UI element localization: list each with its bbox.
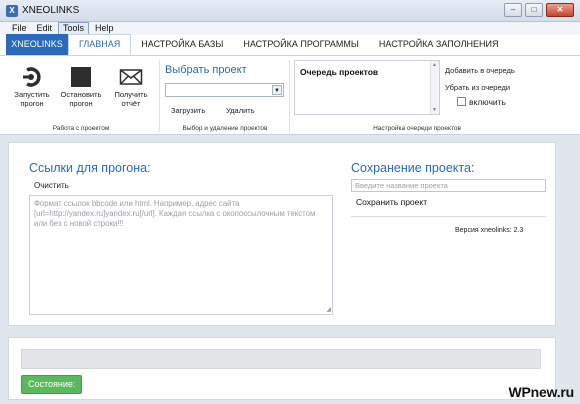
stop-icon [71, 67, 91, 87]
delete-project-button[interactable]: Удалить [226, 106, 255, 115]
stop-run-label: Остановить прогон [60, 90, 102, 108]
enable-queue-checkbox[interactable] [457, 97, 466, 106]
load-project-button[interactable]: Загрузить [171, 106, 205, 115]
watermark: WPnew.ru [508, 384, 574, 400]
clear-links-button[interactable]: Очистить [34, 181, 69, 190]
ribbon-tabs: XNEOLINKS ГЛАВНАЯ НАСТРОЙКА БАЗЫ НАСТРОЙ… [0, 34, 580, 56]
divider [351, 216, 546, 217]
links-title: Ссылки для прогона: [29, 161, 151, 175]
progress-bar [21, 349, 541, 369]
minimize-button[interactable]: ‒ [504, 3, 522, 17]
save-project-title: Сохранение проекта: [351, 161, 475, 175]
tab-fill-settings[interactable]: НАСТРОЙКА ЗАПОЛНЕНИЯ [369, 34, 509, 55]
tab-program-settings[interactable]: НАСТРОЙКА ПРОГРАММЫ [233, 34, 369, 55]
get-report-button[interactable]: Получить отчёт [108, 67, 154, 108]
tab-home[interactable]: ГЛАВНАЯ [68, 34, 132, 55]
group-divider [159, 60, 160, 132]
envelope-icon [119, 69, 143, 85]
project-name-input[interactable] [351, 179, 546, 192]
status-button[interactable]: Состояние: [21, 375, 83, 394]
add-to-queue-button[interactable]: Добавить в очередь [445, 66, 515, 75]
close-button[interactable]: ✕ [546, 3, 574, 17]
app-tab[interactable]: XNEOLINKS [6, 34, 68, 55]
scroll-down-icon[interactable]: ▼ [432, 107, 437, 113]
get-report-label: Получить отчёт [114, 90, 148, 108]
x-logo-icon: X [6, 5, 18, 17]
queue-scrollbar[interactable]: ▲ ▼ [430, 61, 439, 114]
window-title: XNEOLINKS [22, 5, 80, 16]
main-panel: Ссылки для прогона: Очистить Формат ссыл… [8, 142, 556, 326]
start-run-button[interactable]: Запустить прогон [8, 67, 56, 108]
tab-database-settings[interactable]: НАСТРОЙКА БАЗЫ [131, 34, 233, 55]
project-queue-list[interactable]: Очередь проектов ▲ ▼ [294, 60, 440, 115]
resize-grip-icon[interactable]: ◢ [326, 306, 331, 313]
title-bar: X XNEOLINKS ‒ □ ✕ [0, 0, 580, 22]
queue-title: Очередь проектов [300, 67, 379, 77]
enable-queue-label: включить [469, 97, 506, 107]
remove-from-queue-button[interactable]: Убрать из очереди [445, 83, 510, 92]
scroll-up-icon[interactable]: ▲ [432, 62, 437, 68]
project-select[interactable]: ▼ [165, 83, 284, 97]
group-divider [289, 60, 290, 132]
group-label-queue-settings: Настройка очереди проектов [373, 125, 461, 132]
stop-run-button[interactable]: Остановить прогон [58, 67, 104, 108]
group-label-project-work: Работа с проектом [52, 125, 110, 132]
maximize-button[interactable]: □ [525, 3, 543, 17]
ribbon: Запустить прогон Остановить прогон Получ… [0, 56, 580, 135]
dropdown-arrow-icon[interactable]: ▼ [272, 85, 282, 95]
links-placeholder: Формат ссылок bbcode или html. Например,… [34, 199, 316, 228]
start-icon [23, 67, 41, 87]
window-controls: ‒ □ ✕ [504, 3, 574, 17]
choose-project-title: Выбрать проект [165, 64, 247, 76]
start-run-label: Запустить прогон [14, 90, 50, 108]
save-project-button[interactable]: Сохранить проект [356, 197, 427, 207]
links-textarea[interactable]: Формат ссылок bbcode или html. Например,… [29, 195, 333, 315]
status-panel: Состояние: [8, 337, 556, 400]
version-text: Версия xneolinks: 2.3 [455, 227, 524, 234]
group-label-project-select: Выбор и удаление проектов [182, 125, 268, 132]
